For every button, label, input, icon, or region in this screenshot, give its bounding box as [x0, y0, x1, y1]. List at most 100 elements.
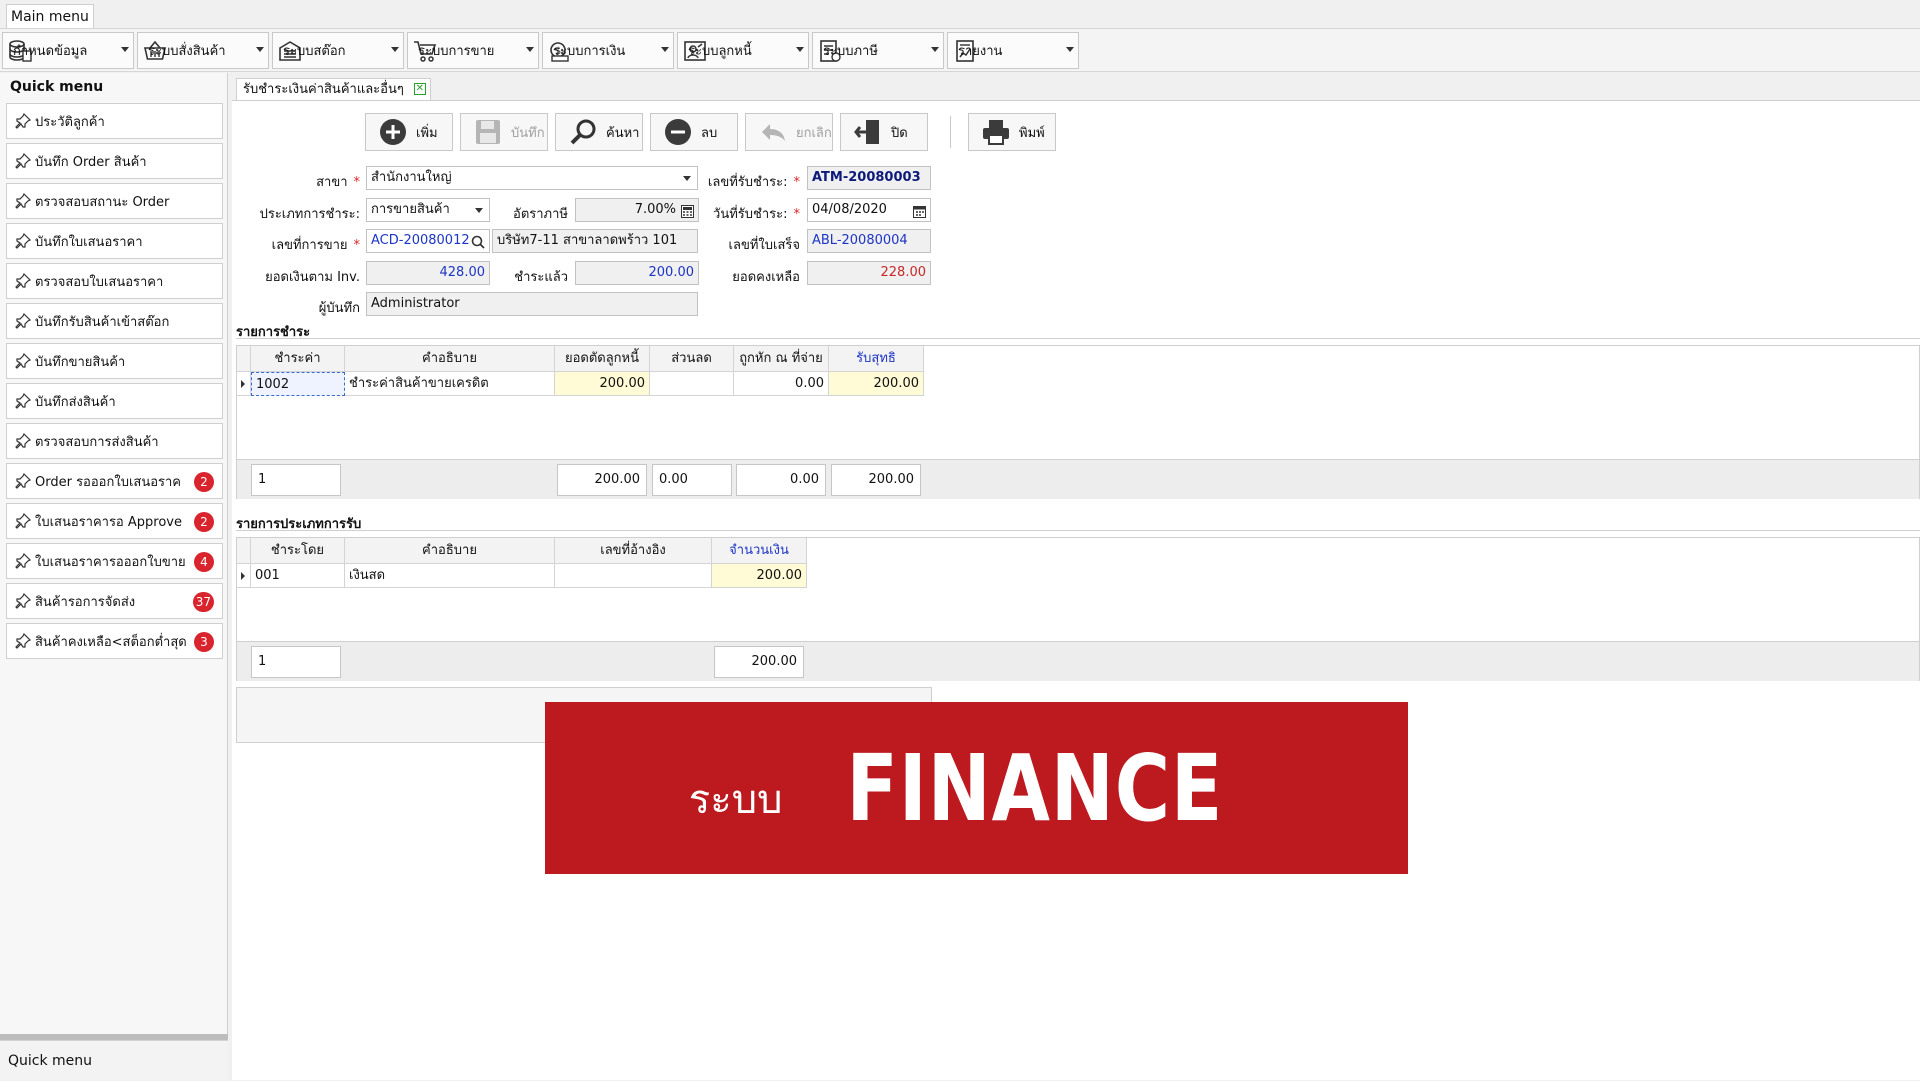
- sidebar-item-label: ใบเสนอราคารอออกใบขาย: [35, 554, 186, 570]
- recorder-label: ผู้บันทึก: [318, 301, 360, 316]
- calendar-icon[interactable]: [913, 204, 926, 218]
- main-menubar: กำหนดข้อมูล ระบบสั่งสินค้า ระบบสต๊อก ระบ…: [0, 28, 1920, 72]
- finance-banner: ระบบ FINANCE: [545, 702, 1408, 874]
- minus-circle-icon: [663, 117, 693, 147]
- tax-rate-label: อัตราภาษี: [513, 207, 568, 222]
- col-header-net[interactable]: รับสุทธิ: [829, 346, 924, 372]
- col-header-debt[interactable]: ยอดตัดลูกหนี้: [555, 346, 650, 372]
- col-header-code[interactable]: ชำระค่า: [251, 346, 345, 372]
- sidebar-title: Quick menu: [10, 79, 104, 95]
- balance-field[interactable]: 228.00: [807, 261, 931, 285]
- save-icon: [473, 117, 503, 147]
- sidebar-item[interactable]: ใบเสนอราคารอ Approve 2: [6, 503, 223, 539]
- menu-finance[interactable]: $ ระบบการเงิน: [542, 32, 674, 69]
- pin-icon: [15, 632, 32, 649]
- sidebar-item[interactable]: บันทึกรับสินค้าเข้าสต๊อก: [6, 303, 223, 339]
- tax-rate-field[interactable]: 7.00%: [575, 198, 699, 222]
- main-menu-tab[interactable]: Main menu: [6, 4, 94, 28]
- table-cell-code[interactable]: 001: [251, 564, 345, 588]
- print-button[interactable]: พิมพ์: [968, 113, 1056, 151]
- table-cell-discount[interactable]: [650, 372, 734, 396]
- save-button[interactable]: บันทึก: [460, 113, 548, 151]
- sidebar-item[interactable]: ใบเสนอราคารอออกใบขาย 4: [6, 543, 223, 579]
- sidebar-item[interactable]: สินค้ารอการจัดส่ง 37: [6, 583, 223, 619]
- sidebar-item-label: ใบเสนอราคารอ Approve: [35, 514, 182, 530]
- col-header-ref[interactable]: เลขที่อ้างอิง: [555, 538, 712, 564]
- sidebar-footer-tab[interactable]: Quick menu: [0, 1040, 228, 1080]
- sidebar-item[interactable]: ตรวจสอบสถานะ Order: [6, 183, 223, 219]
- sidebar-item[interactable]: สินค้าคงเหลือ<สต็อกต่ำสุด 3: [6, 623, 223, 659]
- branch-select[interactable]: สำนักงานใหญ่: [366, 166, 698, 190]
- paid-field[interactable]: 200.00: [575, 261, 699, 285]
- search-icon[interactable]: [471, 235, 485, 249]
- printer-icon: [981, 117, 1011, 147]
- pin-icon: [15, 312, 32, 329]
- receipt-no-field[interactable]: ATM-20080003: [807, 166, 931, 190]
- sidebar-item[interactable]: ตรวจสอบการส่งสินค้า: [6, 423, 223, 459]
- sidebar-item[interactable]: Order รอออกใบเสนอราค 2: [6, 463, 223, 499]
- sidebar-item[interactable]: บันทึกส่งสินค้า: [6, 383, 223, 419]
- sidebar-item[interactable]: ประวัติลูกค้า: [6, 103, 223, 139]
- table-cell-debt[interactable]: 200.00: [555, 372, 650, 396]
- table-cell-code[interactable]: 1002: [251, 372, 345, 396]
- sidebar-item[interactable]: บันทึกใบเสนอราคา: [6, 223, 223, 259]
- close-button[interactable]: ปิด: [840, 113, 928, 151]
- table-cell-net[interactable]: 200.00: [829, 372, 924, 396]
- pin-icon: [15, 432, 32, 449]
- count-badge: 4: [194, 552, 214, 572]
- add-button[interactable]: เพิ่ม: [365, 113, 453, 151]
- receipt-date-label: วันที่รับชำระ: *: [713, 207, 800, 222]
- receipt-types-footer: 1 200.00: [237, 641, 1919, 681]
- menu-stock[interactable]: ระบบสต๊อก: [272, 32, 404, 69]
- customer-field[interactable]: บริษัท7-11 สาขาลาดพร้าว 101: [492, 229, 698, 253]
- sidebar-item-label: บันทึกขายสินค้า: [35, 354, 126, 370]
- pin-icon: [15, 352, 32, 369]
- close-icon[interactable]: ✕: [413, 83, 426, 95]
- chevron-down-icon: [661, 47, 669, 52]
- pin-icon: [15, 472, 32, 489]
- col-header-desc[interactable]: คำอธิบาย: [345, 346, 555, 372]
- quick-menu-sidebar: Quick menu ประวัติลูกค้าบันทึก Order สิน…: [0, 73, 228, 1080]
- count-badge: 2: [194, 472, 214, 492]
- menu-reports[interactable]: รายงาน: [947, 32, 1079, 69]
- plus-circle-icon: [378, 117, 408, 147]
- delete-button[interactable]: ลบ: [650, 113, 738, 151]
- col-header-wht[interactable]: ถูกหัก ณ ที่จ่าย: [734, 346, 829, 372]
- sidebar-item[interactable]: ตรวจสอบใบเสนอราคา: [6, 263, 223, 299]
- table-cell-desc[interactable]: เงินสด: [345, 564, 555, 588]
- search-button[interactable]: ค้นหา: [555, 113, 643, 151]
- tab-title: รับชำระเงินค่าสินค้าและอื่นๆ: [243, 82, 404, 97]
- menu-tax[interactable]: ระบบภาษี: [812, 32, 944, 69]
- receipt-date-field[interactable]: 04/08/2020: [807, 198, 931, 222]
- sidebar-item[interactable]: บันทึก Order สินค้า: [6, 143, 223, 179]
- receipt-doc-field[interactable]: ABL-20080004: [807, 229, 931, 253]
- col-header-paid-by[interactable]: ชำระโดย: [251, 538, 345, 564]
- col-header-amount[interactable]: จำนวนเงิน: [712, 538, 807, 564]
- sidebar-item-label: บันทึกส่งสินค้า: [35, 394, 116, 410]
- col-header-discount[interactable]: ส่วนลด: [650, 346, 734, 372]
- tab-payment-receive[interactable]: รับชำระเงินค่าสินค้าและอื่นๆ ✕: [236, 78, 431, 100]
- col-header-desc[interactable]: คำอธิบาย: [345, 538, 555, 564]
- section-divider: [236, 530, 1920, 531]
- menu-sales[interactable]: ระบบการขาย: [407, 32, 539, 69]
- recorder-field[interactable]: Administrator: [366, 292, 698, 316]
- cancel-button[interactable]: ยกเลิก: [745, 113, 833, 151]
- menu-debtors[interactable]: ระบบลูกหนี้: [677, 32, 809, 69]
- table-cell-ref[interactable]: [555, 564, 712, 588]
- calculator-icon[interactable]: [681, 204, 694, 218]
- payment-type-select[interactable]: การขายสินค้า: [366, 198, 490, 222]
- search-icon: [568, 117, 598, 147]
- pin-icon: [15, 152, 32, 169]
- grid-indicator-header: [237, 346, 251, 372]
- menu-label: ระบบการเงิน: [553, 44, 626, 59]
- table-cell-wht[interactable]: 0.00: [734, 372, 829, 396]
- menu-ordering[interactable]: ระบบสั่งสินค้า: [137, 32, 269, 69]
- table-cell-desc[interactable]: ชำระค่าสินค้าขายเครดิต: [345, 372, 555, 396]
- menu-data-setup[interactable]: กำหนดข้อมูล: [2, 32, 134, 69]
- sidebar-item[interactable]: บันทึกขายสินค้า: [6, 343, 223, 379]
- table-cell-amount[interactable]: 200.00: [712, 564, 807, 588]
- sale-no-field[interactable]: ACD-20080012: [366, 229, 490, 253]
- inv-amount-field[interactable]: 428.00: [366, 261, 490, 285]
- sidebar-item-label: ตรวจสอบการส่งสินค้า: [35, 434, 159, 450]
- chevron-down-icon: [683, 176, 691, 181]
